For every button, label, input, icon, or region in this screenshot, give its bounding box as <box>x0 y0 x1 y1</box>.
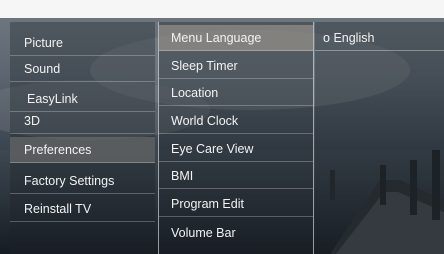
menu-item-eye-care-view[interactable]: Eye Care View <box>159 136 313 162</box>
menu-level3: o English <box>315 22 444 254</box>
menu-item-program-edit[interactable]: Program Edit <box>159 191 313 217</box>
radio-bullet-icon: o <box>323 31 330 45</box>
menu-level2: Menu Language Sleep Timer Location World… <box>158 22 314 254</box>
language-option-english[interactable]: o English <box>315 25 444 51</box>
menu-item-sound[interactable]: Sound <box>10 56 155 82</box>
menu-item-volume-bar[interactable]: Volume Bar <box>159 220 313 246</box>
menu-item-sleep-timer[interactable]: Sleep Timer <box>159 53 313 79</box>
menu-level1: Picture Sound EasyLink 3D Preferences Fa… <box>10 22 155 254</box>
menu-item-location[interactable]: Location <box>159 80 313 106</box>
menu-item-3d[interactable]: 3D <box>10 108 155 134</box>
top-caption-strip <box>0 0 444 18</box>
language-option-label: English <box>333 31 375 45</box>
menu-item-reinstall-tv[interactable]: Reinstall TV <box>10 196 155 222</box>
menu-item-menu-language[interactable]: Menu Language <box>159 25 313 51</box>
menu-item-factory-settings[interactable]: Factory Settings <box>10 168 155 194</box>
menu-item-world-clock[interactable]: World Clock <box>159 108 313 134</box>
menu-item-preferences[interactable]: Preferences <box>10 137 155 163</box>
menu-item-picture[interactable]: Picture <box>10 30 155 56</box>
menu-item-bmi[interactable]: BMI <box>159 163 313 189</box>
